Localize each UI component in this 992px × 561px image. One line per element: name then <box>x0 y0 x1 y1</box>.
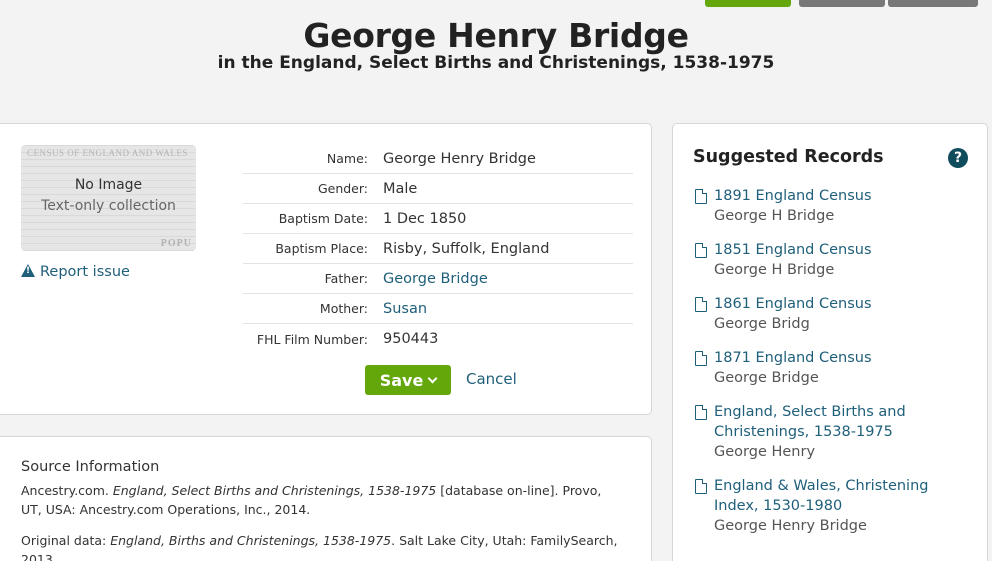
record-card: CENSUS OF ENGLAND AND WALES POPU No Imag… <box>0 123 652 415</box>
citation-text: Original data: <box>21 533 111 548</box>
field-row-father: Father: George Bridge <box>243 264 633 294</box>
top-tertiary-button[interactable] <box>888 0 978 7</box>
citation-title: England, Select Births and Christenings,… <box>112 483 437 498</box>
field-label: Father: <box>324 271 368 286</box>
source-info-card: Source Information Ancestry.com. England… <box>0 436 652 561</box>
suggested-record-link[interactable]: 1871 England Census <box>714 348 975 368</box>
suggested-record-name: George H Bridge <box>714 208 835 224</box>
thumb-footer-text: POPU <box>160 238 192 249</box>
document-icon <box>695 405 707 420</box>
collection-note: Text-only collection <box>41 198 176 214</box>
suggested-record-link[interactable]: England & Wales, Christening Index, 1530… <box>714 476 975 516</box>
suggested-record-name: George Henry <box>714 444 816 460</box>
suggested-record-item: England, Select Births and Christenings,… <box>695 402 975 463</box>
field-label: FHL Film Number: <box>256 331 368 347</box>
field-row-film-number: FHL Film Number: 950443 <box>243 324 633 354</box>
field-label: Name: <box>326 151 368 166</box>
thumb-header-text: CENSUS OF ENGLAND AND WALES <box>27 148 188 158</box>
save-label: Save <box>379 370 424 390</box>
field-row-gender: Gender: Male <box>243 174 633 204</box>
field-row-mother: Mother: Susan <box>243 294 633 324</box>
original-data-citation: Original data: England, Births and Chris… <box>21 531 641 561</box>
suggested-record-name: George Henry Bridge <box>714 518 867 534</box>
no-image-label: No Image <box>74 177 143 193</box>
suggested-record-item: England & Wales, Christening Index, 1530… <box>695 476 975 537</box>
help-icon[interactable]: ? <box>948 148 968 168</box>
field-row-name: Name: George Henry Bridge <box>243 144 633 174</box>
record-fields: Name: George Henry Bridge Gender: Male B… <box>243 144 633 354</box>
report-issue-label: Report issue <box>40 264 130 280</box>
suggested-record-link[interactable]: 1851 England Census <box>714 240 975 260</box>
field-value: Male <box>383 180 418 197</box>
field-label: Baptism Date: <box>278 211 368 226</box>
document-icon <box>695 479 707 494</box>
field-label: Mother: <box>319 301 368 316</box>
suggested-record-item: 1851 England Census George H Bridge <box>695 240 975 281</box>
top-secondary-button[interactable] <box>799 0 885 7</box>
citation-text: Ancestry.com. <box>21 483 113 498</box>
cancel-link[interactable]: Cancel <box>466 370 517 388</box>
field-label: Baptism Place: <box>275 241 368 256</box>
suggested-record-link[interactable]: 1891 England Census <box>714 186 975 206</box>
page-subtitle: in the England, Select Births and Christ… <box>217 53 775 73</box>
field-value: George Henry Bridge <box>383 150 536 167</box>
document-icon <box>695 189 707 204</box>
suggested-records-list: 1891 England Census George H Bridge 1851… <box>695 186 975 550</box>
warning-icon <box>21 264 35 277</box>
suggested-record-link[interactable]: 1861 England Census <box>714 294 975 314</box>
document-icon <box>695 351 707 366</box>
field-value: 1 Dec 1850 <box>383 210 467 227</box>
field-value: 950443 <box>383 331 439 347</box>
father-link[interactable]: George Bridge <box>383 271 488 287</box>
top-action-button[interactable] <box>705 0 791 7</box>
source-citation: Ancestry.com. England, Select Births and… <box>21 481 621 519</box>
field-row-baptism-date: Baptism Date: 1 Dec 1850 <box>243 204 633 234</box>
save-button[interactable]: Save <box>365 365 451 395</box>
record-image-thumbnail[interactable]: CENSUS OF ENGLAND AND WALES POPU No Imag… <box>21 145 196 251</box>
page-title: George Henry Bridge <box>303 16 689 55</box>
suggested-record-name: George Bridg <box>714 316 810 332</box>
suggested-record-item: 1871 England Census George Bridge <box>695 348 975 389</box>
suggested-records-panel: Suggested Records ? 1891 England Census … <box>672 123 988 561</box>
document-icon <box>695 297 707 312</box>
suggested-record-link[interactable]: England, Select Births and Christenings,… <box>714 402 975 442</box>
field-value: Risby, Suffolk, England <box>383 240 550 257</box>
field-label: Gender: <box>317 181 368 196</box>
field-row-baptism-place: Baptism Place: Risby, Suffolk, England <box>243 234 633 264</box>
suggested-record-name: George Bridge <box>714 370 819 386</box>
suggested-record-item: 1891 England Census George H Bridge <box>695 186 975 227</box>
mother-link[interactable]: Susan <box>383 301 427 317</box>
chevron-down-icon <box>427 373 438 383</box>
suggested-record-item: 1861 England Census George Bridg <box>695 294 975 335</box>
report-issue-link[interactable]: Report issue <box>21 264 130 280</box>
suggested-record-name: George H Bridge <box>714 262 835 278</box>
document-icon <box>695 243 707 258</box>
citation-title: England, Births and Christenings, 1538-1… <box>110 533 392 548</box>
suggested-records-title: Suggested Records <box>693 147 884 167</box>
source-title: Source Information <box>21 459 160 475</box>
